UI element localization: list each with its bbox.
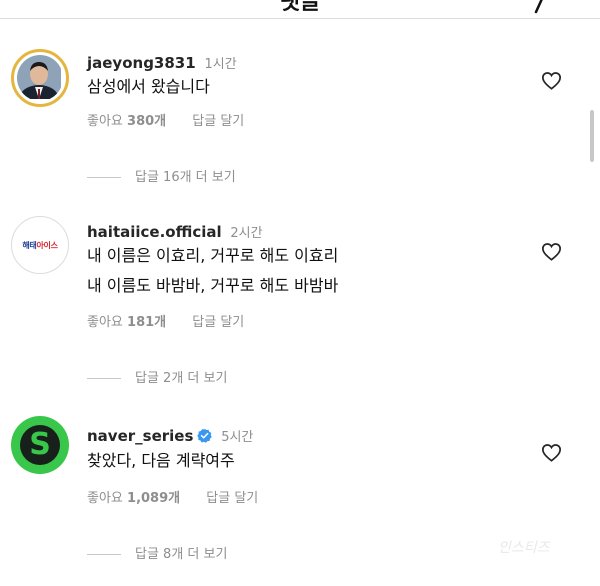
- likes-label: 좋아요: [87, 315, 123, 330]
- likes-number: 1,089개: [127, 491, 181, 506]
- username[interactable]: jaeyong3831: [87, 54, 196, 72]
- view-replies-button[interactable]: 답글 16개 더 보기: [87, 166, 236, 185]
- comment-text: 삼성에서 왔습니다: [87, 72, 210, 102]
- scrollbar[interactable]: [590, 110, 594, 162]
- replies-line: [87, 554, 121, 555]
- username[interactable]: haitaiice.official: [87, 223, 222, 241]
- likes-count[interactable]: 좋아요 1,089개: [87, 491, 180, 506]
- comment-line: 내 이름은 이효리, 거꾸로 해도 이효리: [87, 246, 339, 265]
- replies-line: [87, 177, 121, 178]
- view-replies-label: 답글 2개 더 보기: [135, 371, 228, 386]
- likes-label: 좋아요: [87, 114, 123, 129]
- avatar[interactable]: S: [11, 416, 69, 474]
- replies-line: [87, 378, 121, 379]
- avatar[interactable]: [11, 49, 69, 107]
- heart-icon[interactable]: [541, 242, 562, 261]
- view-replies-label: 답글 8개 더 보기: [135, 547, 228, 562]
- timestamp: 1시간: [204, 57, 237, 72]
- view-replies-button[interactable]: 답글 8개 더 보기: [87, 543, 227, 562]
- share-icon[interactable]: [532, 0, 550, 14]
- header: 댓글: [0, 0, 600, 18]
- comment-text: 찾았다, 다음 계략여주: [87, 446, 235, 476]
- watermark: 인스티즈: [498, 540, 550, 556]
- comment-text: 내 이름은 이효리, 거꾸로 해도 이효리 내 이름도 바밤바, 거꾸로 해도 …: [87, 241, 338, 301]
- naver-series-logo-icon: S: [20, 425, 60, 465]
- likes-count[interactable]: 좋아요 181개: [87, 315, 166, 330]
- avatar[interactable]: 해태아이스: [11, 216, 69, 274]
- likes-count[interactable]: 좋아요 380개: [87, 114, 166, 129]
- page-title: 댓글: [279, 0, 321, 15]
- header-divider: [0, 18, 600, 19]
- heart-icon[interactable]: [541, 71, 562, 90]
- view-replies-label: 답글 16개 더 보기: [135, 170, 236, 185]
- comment-actions: 좋아요 181개 답글 달기: [87, 311, 244, 330]
- comment-actions: 좋아요 1,089개 답글 달기: [87, 487, 258, 506]
- likes-number: 181개: [127, 315, 167, 330]
- comment-meta: haitaiice.official 2시간: [87, 222, 263, 241]
- haitai-logo-icon: 해태아이스: [22, 240, 58, 250]
- verified-badge-icon: [197, 428, 213, 443]
- timestamp: 5시간: [221, 430, 254, 445]
- likes-label: 좋아요: [87, 491, 123, 506]
- comment-line: 삼성에서 왔습니다: [87, 77, 210, 96]
- timestamp: 2시간: [230, 226, 263, 241]
- comment-meta: jaeyong3831 1시간: [87, 53, 237, 72]
- comment-actions: 좋아요 380개 답글 달기: [87, 110, 244, 129]
- person-photo-icon: [17, 55, 63, 101]
- username[interactable]: naver_series: [87, 427, 193, 445]
- reply-button[interactable]: 답글 달기: [192, 315, 244, 330]
- reply-button[interactable]: 답글 달기: [206, 491, 258, 506]
- likes-number: 380개: [127, 114, 167, 129]
- comment-meta: naver_series 5시간: [87, 426, 253, 445]
- comment-line: 찾았다, 다음 계략여주: [87, 451, 235, 470]
- heart-icon[interactable]: [541, 443, 562, 462]
- reply-button[interactable]: 답글 달기: [192, 114, 244, 129]
- view-replies-button[interactable]: 답글 2개 더 보기: [87, 367, 227, 386]
- comment-line: 내 이름도 바밤바, 거꾸로 해도 바밤바: [87, 276, 339, 295]
